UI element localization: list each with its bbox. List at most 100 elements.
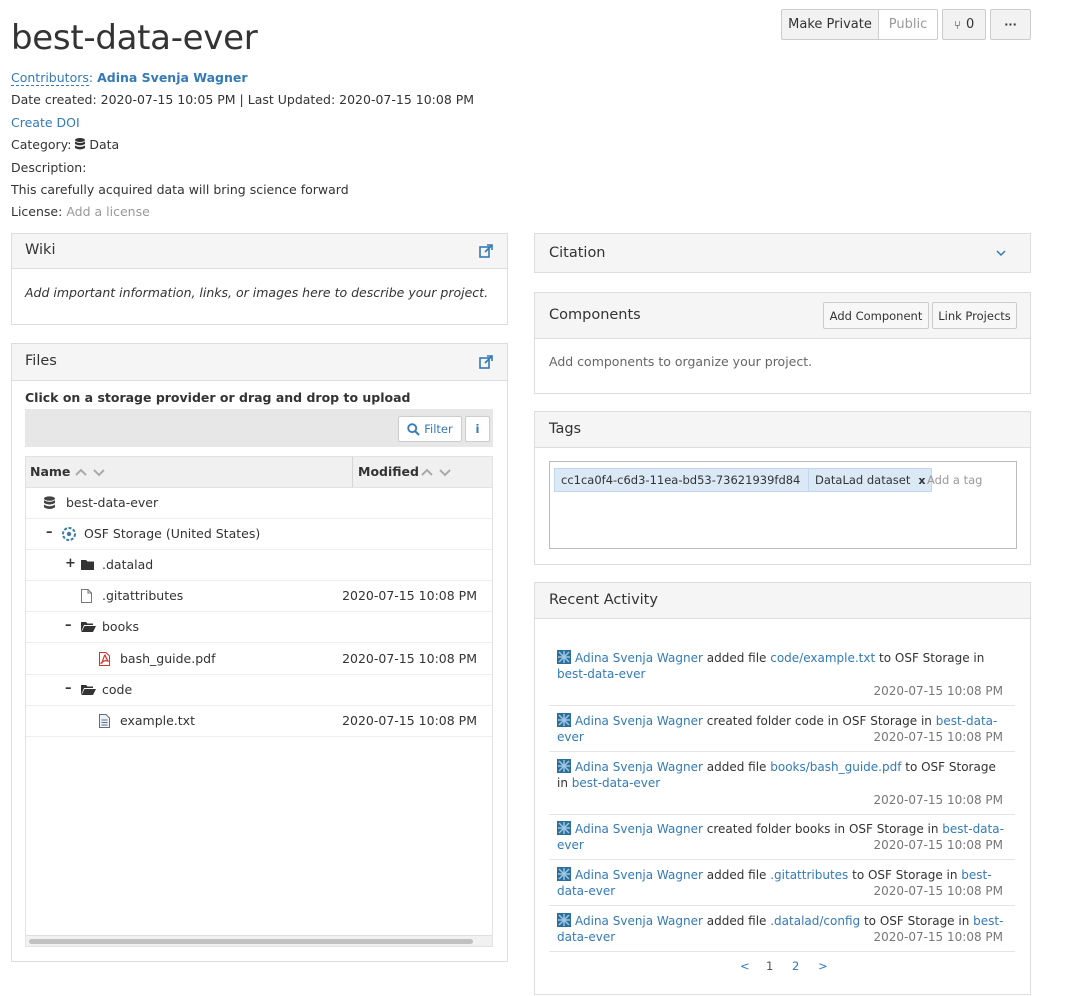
citation-title: Citation — [549, 245, 606, 261]
files-horizontal-scrollbar[interactable] — [26, 935, 492, 946]
project-title: best-data-ever — [11, 18, 258, 58]
activity-user-link[interactable]: Adina Svenja Wagner — [575, 822, 703, 836]
activity-time: 2020-07-15 10:08 PM — [873, 884, 1003, 898]
add-license-link[interactable]: Add a license — [66, 204, 149, 219]
external-link-icon[interactable] — [479, 355, 493, 369]
activity-user-link[interactable]: Adina Svenja Wagner — [575, 760, 703, 774]
file-name: OSF Storage (United States) — [84, 526, 261, 541]
pdf-icon — [99, 652, 110, 666]
activity-time: 2020-07-15 10:08 PM — [873, 730, 1003, 744]
file-icon — [81, 589, 92, 603]
wiki-placeholder: Add important information, links, or ima… — [25, 285, 489, 300]
description-label: Description: — [11, 160, 87, 175]
collapse-icon[interactable]: – — [65, 618, 72, 633]
file-row-project[interactable]: best-data-ever — [26, 488, 492, 519]
file-name: best-data-ever — [66, 495, 159, 510]
activity-text: added file — [702, 914, 771, 928]
wiki-panel: Wiki Add important information, links, o… — [11, 233, 508, 325]
activity-title: Recent Activity — [549, 592, 658, 608]
tag-item: DataLad dataset x — [808, 468, 933, 492]
user-avatar-icon — [557, 913, 571, 927]
file-row-example-txt[interactable]: example.txt 2020-07-15 10:08 PM — [26, 706, 492, 737]
activity-user-link[interactable]: Adina Svenja Wagner — [575, 651, 703, 665]
file-name: .datalad — [102, 557, 154, 572]
activity-target-link[interactable]: code/example.txt — [770, 651, 875, 665]
more-options-button[interactable]: ··· — [990, 9, 1031, 40]
activity-time: 2020-07-15 10:08 PM — [873, 930, 1003, 944]
add-component-button[interactable]: Add Component — [823, 302, 929, 329]
info-button[interactable]: i — [465, 416, 490, 442]
activity-text: to OSF Storage in — [848, 868, 962, 882]
pager-next[interactable]: > — [818, 959, 828, 973]
file-row-books[interactable]: – books — [26, 612, 492, 643]
add-tag-input[interactable]: Add a tag — [927, 473, 982, 487]
file-row-datalad[interactable]: + .datalad — [26, 550, 492, 581]
activity-target-link[interactable]: .gitattributes — [770, 868, 848, 882]
make-private-button[interactable]: Make Private — [781, 9, 879, 40]
activity-project-link[interactable]: best-data-ever — [557, 667, 645, 681]
text-file-icon — [99, 714, 110, 728]
category-label: Category: — [11, 137, 72, 152]
activity-item: Adina Svenja Wagner created folder code … — [557, 713, 1007, 749]
license-line: License: Add a license — [11, 203, 150, 221]
remove-tag-button[interactable]: x — [918, 474, 925, 487]
activity-text: added file — [702, 760, 771, 774]
fork-count: 0 — [965, 17, 975, 32]
database-icon — [44, 496, 55, 510]
activity-user-link[interactable]: Adina Svenja Wagner — [575, 914, 703, 928]
activity-user-link[interactable]: Adina Svenja Wagner — [575, 714, 703, 728]
pager-prev[interactable]: < — [740, 959, 750, 973]
file-row-code[interactable]: – code — [26, 675, 492, 706]
chevron-down-icon[interactable] — [996, 250, 1006, 257]
activity-text: to OSF Storage in — [860, 914, 974, 928]
database-icon — [75, 138, 86, 150]
pager-page-1[interactable]: 1 — [766, 959, 773, 973]
fork-icon: ⑂ — [953, 17, 961, 32]
category-value: Data — [89, 137, 120, 152]
collapse-icon[interactable]: – — [46, 525, 53, 540]
external-link-icon[interactable] — [479, 244, 493, 258]
file-modified: 2020-07-15 10:08 PM — [342, 651, 477, 666]
fork-button[interactable]: ⑂ 0 — [942, 9, 986, 40]
folder-icon — [81, 560, 94, 570]
description-text: This carefully acquired data will bring … — [11, 182, 349, 197]
file-row-osf-storage[interactable]: – OSF Storage (United States) — [26, 519, 492, 550]
contributor-link[interactable]: Adina Svenja Wagner — [97, 70, 247, 85]
activity-target-link[interactable]: .datalad/config — [770, 914, 860, 928]
column-name[interactable]: Name — [30, 464, 70, 479]
contributors-line: Contributors: Adina Svenja Wagner — [11, 70, 248, 86]
pager-page-2[interactable]: 2 — [792, 959, 799, 973]
dates-line: Date created: 2020-07-15 10:05 PM | Last… — [11, 92, 475, 107]
filter-button[interactable]: Filter — [398, 416, 462, 442]
activity-target-link[interactable]: books/bash_guide.pdf — [770, 760, 901, 774]
tags-title: Tags — [549, 421, 582, 437]
collapse-icon[interactable]: – — [65, 681, 72, 696]
expand-icon[interactable]: + — [65, 556, 76, 571]
sort-modified-icon[interactable] — [421, 466, 453, 478]
contributors-link[interactable]: Contributors — [11, 70, 89, 86]
activity-item: Adina Svenja Wagner added file .gitattri… — [557, 867, 1007, 903]
column-modified[interactable]: Modified — [358, 464, 419, 479]
link-projects-button[interactable]: Link Projects — [932, 302, 1017, 329]
create-doi-link[interactable]: Create DOI — [11, 115, 80, 130]
user-avatar-icon — [557, 867, 571, 881]
user-avatar-icon — [557, 821, 571, 835]
file-row-bash-guide[interactable]: bash_guide.pdf 2020-07-15 10:08 PM — [26, 644, 492, 675]
file-modified: 2020-07-15 10:08 PM — [342, 588, 477, 603]
sort-name-icon[interactable] — [75, 466, 107, 478]
components-title: Components — [549, 307, 641, 323]
file-name: books — [102, 619, 139, 634]
category-line: Category: Data — [11, 136, 119, 154]
scrollbar-thumb[interactable] — [29, 939, 473, 944]
activity-text: added file — [702, 868, 771, 882]
activity-user-link[interactable]: Adina Svenja Wagner — [575, 868, 703, 882]
activity-item: Adina Svenja Wagner added file .datalad/… — [557, 913, 1007, 949]
activity-project-link[interactable]: best-data-ever — [572, 776, 660, 790]
file-row-gitattributes[interactable]: .gitattributes 2020-07-15 10:08 PM — [26, 581, 492, 612]
wiki-title: Wiki — [25, 242, 56, 258]
public-button[interactable]: Public — [878, 9, 938, 40]
citation-panel[interactable]: Citation — [534, 233, 1031, 273]
activity-item: Adina Svenja Wagner added file books/bas… — [557, 759, 1007, 811]
activity-text: created folder code in OSF Storage in — [702, 714, 936, 728]
user-avatar-icon — [557, 713, 571, 727]
